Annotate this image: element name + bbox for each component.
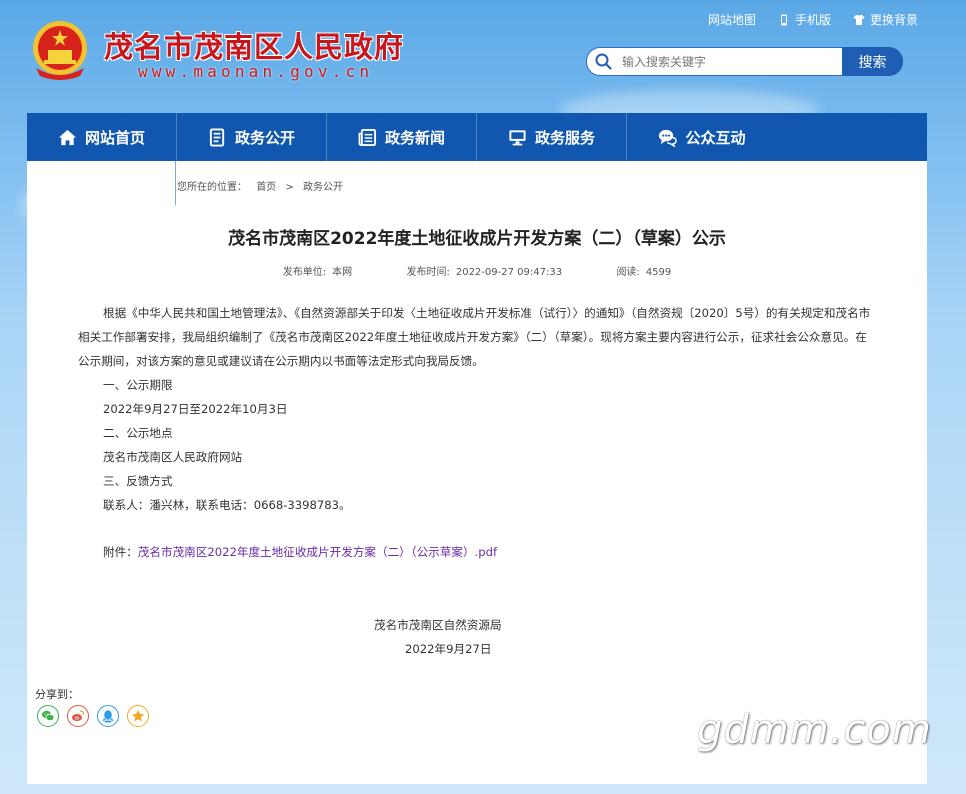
share-wechat-button[interactable] — [37, 705, 59, 727]
weibo-icon — [72, 710, 85, 721]
site-url: www.maonan.gov.cn — [138, 62, 374, 81]
home-icon — [58, 129, 77, 145]
share-label: 分享到： — [35, 688, 79, 701]
change-background-label: 更换背景 — [869, 13, 918, 27]
national-emblem-icon — [33, 21, 87, 80]
article-body: 根据《中华人民共和国土地管理法》、《自然资源部关于印发〈土地征收成片开发标准（试… — [78, 301, 878, 517]
attachment-link[interactable]: 茂名市茂南区2022年度土地征收成片开发方案（二）（公示草案）.pdf — [138, 545, 497, 559]
views-label: 阅读: — [616, 267, 640, 278]
breadcrumb-prefix: 您所在的位置： — [177, 182, 247, 193]
nav-label: 公众互动 — [685, 128, 746, 147]
share-buttons — [37, 705, 149, 727]
breadcrumb-current-link[interactable]: 政务公开 — [303, 182, 343, 193]
phone-icon — [780, 14, 787, 25]
sitemap-label: 网站地图 — [707, 13, 756, 27]
search-input[interactable] — [620, 53, 834, 70]
nav-label: 政务公开 — [234, 128, 295, 147]
chat-icon — [659, 129, 678, 147]
attachment-label: 附件： — [103, 545, 138, 559]
change-background-link[interactable]: 更换背景 — [853, 11, 918, 28]
breadcrumb: 您所在的位置： 首页 > 政务公开 — [177, 178, 349, 193]
breadcrumb-home-link[interactable]: 首页 — [256, 182, 276, 193]
document-icon — [209, 127, 225, 147]
section-content: 茂名市茂南区人民政府网站 — [103, 450, 243, 464]
sitemap-link[interactable]: 网站地图 — [708, 11, 756, 28]
attachment: 附件：茂名市茂南区2022年度土地征收成片开发方案（二）（公示草案）.pdf — [103, 544, 497, 560]
nav-item-services[interactable]: 政务服务 — [477, 113, 627, 161]
mobile-label: 手机版 — [794, 13, 831, 27]
monitor-icon — [509, 129, 526, 145]
nav-label: 网站首页 — [84, 128, 145, 147]
search-button[interactable]: 搜索 — [842, 47, 903, 76]
nav-item-home[interactable]: 网站首页 — [27, 113, 177, 161]
nav-label: 政务新闻 — [384, 128, 445, 147]
wechat-icon — [42, 710, 55, 722]
section-heading: 三、反馈方式 — [103, 474, 173, 488]
breadcrumb-divider — [175, 161, 176, 205]
share-qq-button[interactable] — [97, 705, 119, 727]
publish-time-label: 发布时间: — [406, 267, 450, 278]
section-heading: 二、公示地点 — [103, 426, 173, 440]
qzone-icon — [132, 710, 144, 722]
section-content: 2022年9月27日至2022年10月3日 — [103, 402, 288, 416]
section-heading: 一、公示期限 — [103, 378, 173, 392]
main-nav: 网站首页 政务公开 政务新闻 政务服务 公众互动 — [27, 113, 927, 161]
intro-paragraph: 根据《中华人民共和国土地管理法》、《自然资源部关于印发〈土地征收成片开发标准（试… — [78, 306, 871, 368]
publisher-label: 发布单位: — [282, 267, 327, 278]
signature-date: 2022年9月27日 — [405, 642, 492, 656]
views-value: 4599 — [645, 267, 672, 278]
site-title: 茂名市茂南区人民政府 — [104, 30, 405, 64]
share-qzone-button[interactable] — [127, 705, 149, 727]
nav-label: 政务服务 — [534, 128, 595, 147]
publisher-value: 本网 — [332, 267, 353, 278]
watermark: gdmm.com — [697, 707, 932, 753]
section-content: 联系人：潘兴林，联系电话：0668-3398783。 — [103, 498, 351, 512]
shirt-icon — [853, 14, 865, 25]
top-links: 网站地图 手机版 更换背景 — [708, 11, 918, 28]
qq-icon — [102, 710, 114, 723]
mobile-link[interactable]: 手机版 — [778, 11, 831, 28]
article-container: 您所在的位置： 首页 > 政务公开 茂名市茂南区2022年度土地征收成片开发方案… — [27, 161, 927, 784]
search-icon — [595, 53, 612, 70]
publish-time-value: 2022-09-27 09:47:33 — [455, 267, 563, 278]
nav-item-gov-affairs[interactable]: 政务公开 — [177, 113, 327, 161]
nav-item-interaction[interactable]: 公众互动 — [627, 113, 777, 161]
share-weibo-button[interactable] — [67, 705, 89, 727]
breadcrumb-separator: > — [285, 182, 294, 193]
article-title: 茂名市茂南区2022年度土地征收成片开发方案（二）（草案）公示 — [228, 229, 726, 249]
signature-org: 茂名市茂南区自然资源局 — [374, 618, 502, 632]
news-icon — [358, 128, 377, 146]
search-box — [586, 47, 843, 76]
article-meta: 发布单位: 本网 发布时间: 2022-09-27 09:47:33 阅读: 4599 — [27, 263, 927, 278]
nav-item-news[interactable]: 政务新闻 — [327, 113, 477, 161]
